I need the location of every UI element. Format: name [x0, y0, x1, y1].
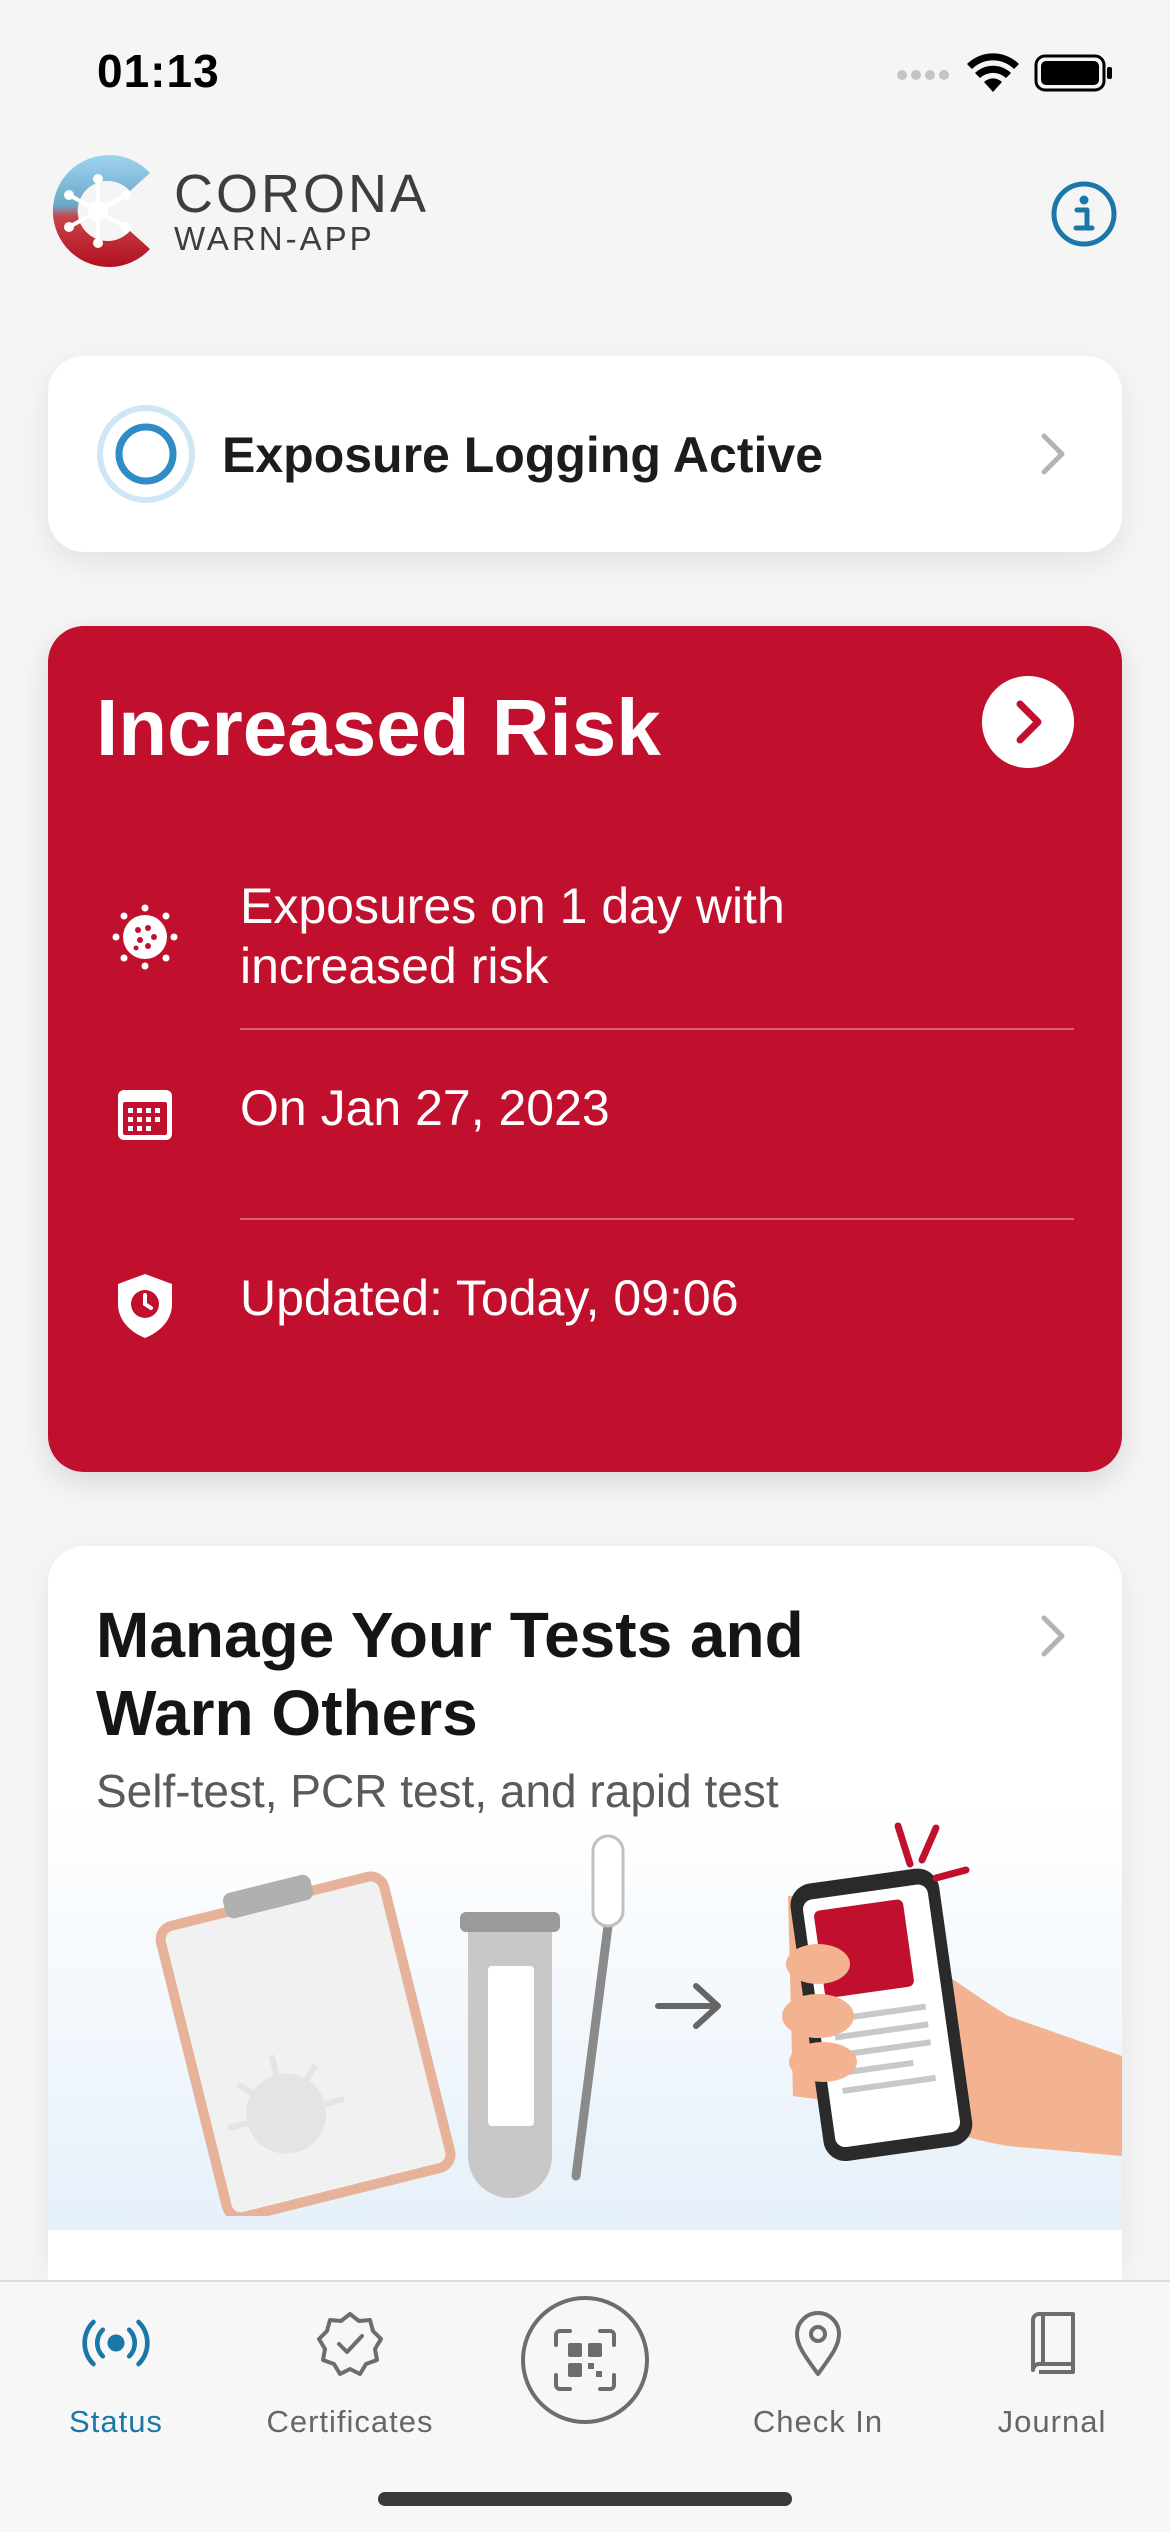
risk-details-chevron-icon[interactable] — [982, 676, 1074, 768]
chevron-right-icon — [1041, 1615, 1065, 1657]
book-icon — [1031, 2312, 1075, 2374]
risk-divider — [240, 1218, 1074, 1220]
exposure-logging-card[interactable]: Exposure Logging Active — [48, 356, 1122, 552]
logo-title: CORONA — [174, 164, 430, 224]
tab-check-in-label: Check In — [752, 2404, 884, 2439]
risk-updated-text: Updated: Today, 09:06 — [240, 1270, 739, 1326]
wifi-icon — [967, 53, 1019, 92]
calendar-icon — [118, 1090, 172, 1140]
tab-check-in[interactable]: Check In — [708, 2308, 928, 2448]
tests-subtitle: Self-test, PCR test, and rapid test — [96, 1765, 779, 1817]
home-indicator — [378, 2492, 792, 2506]
location-pin-icon — [795, 2311, 841, 2376]
app-header: CORONA WARN-APP — [0, 140, 1170, 300]
status-bar: 01:13 — [0, 0, 1170, 140]
exposure-waves-icon — [82, 2319, 150, 2367]
shield-clock-icon — [118, 1274, 172, 1338]
tab-certificates[interactable]: Certificates — [240, 2308, 460, 2448]
certificate-badge-icon — [317, 2312, 383, 2376]
tab-journal[interactable]: Journal — [942, 2308, 1162, 2448]
cellular-signal-icon — [897, 70, 949, 80]
qr-scan-icon — [554, 2329, 616, 2391]
chevron-right-icon — [1041, 433, 1065, 475]
tab-certificates-label: Certificates — [266, 2404, 434, 2439]
risk-card[interactable]: Increased Risk Exposures on 1 day with i… — [48, 626, 1122, 1472]
virus-icon — [112, 904, 178, 970]
manage-tests-card[interactable]: Manage Your Tests and Warn Others Self-t… — [48, 1546, 1122, 2266]
status-time: 01:13 — [97, 45, 220, 97]
status-icons — [896, 52, 1114, 94]
battery-icon — [1034, 54, 1112, 92]
tab-status-label: Status — [69, 2404, 163, 2439]
exposure-active-ring-icon — [97, 405, 195, 503]
risk-date-text: On Jan 27, 2023 — [240, 1080, 610, 1136]
qr-scan-button[interactable] — [521, 2296, 649, 2424]
corona-logo-icon — [52, 155, 150, 267]
tests-title: Manage Your Tests and Warn Others — [96, 1599, 804, 1749]
logo-subtitle: WARN-APP — [174, 220, 375, 257]
tab-journal-label: Journal — [997, 2404, 1107, 2439]
risk-divider — [240, 1028, 1074, 1030]
exposure-logging-label: Exposure Logging Active — [222, 427, 824, 483]
exposures-text: Exposures on 1 day with increased risk — [240, 878, 785, 994]
risk-title: Increased Risk — [96, 683, 661, 772]
tab-status[interactable]: Status — [6, 2308, 226, 2448]
app-logo: CORONA WARN-APP — [46, 146, 466, 276]
info-icon[interactable] — [1050, 180, 1118, 248]
test-illustration-image — [155, 1822, 1122, 2216]
